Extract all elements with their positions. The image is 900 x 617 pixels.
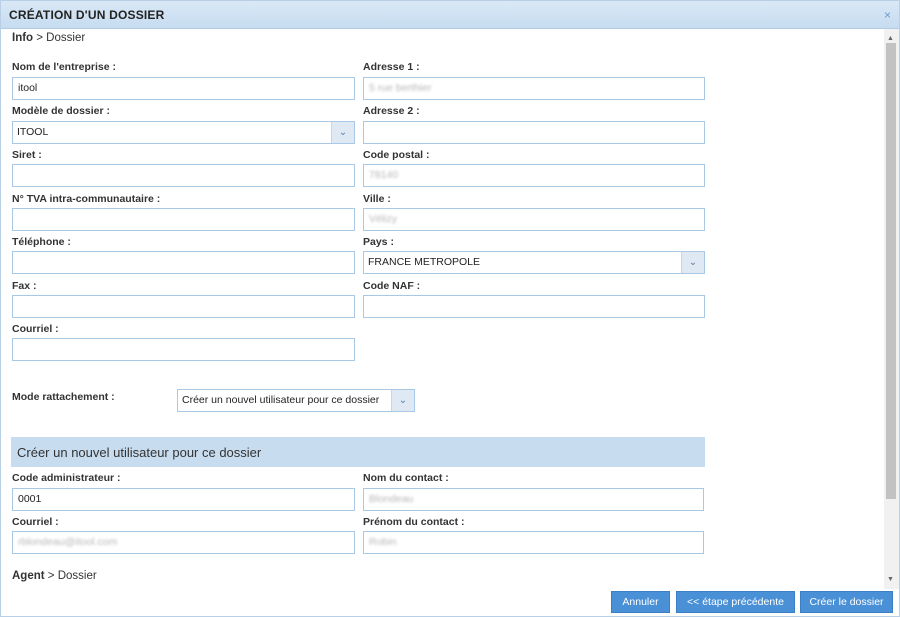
chevron-down-icon[interactable]: ⌄ — [331, 122, 354, 143]
postal-code-input[interactable]: 78140 — [363, 164, 705, 187]
postal-code-label: Code postal : — [363, 149, 430, 161]
contact-firstname-input[interactable]: Robin — [363, 531, 704, 554]
country-select[interactable]: FRANCE METROPOLE ⌄ — [363, 251, 705, 274]
naf-code-label: Code NAF : — [363, 280, 421, 292]
dialog-titlebar: CRÉATION D'UN DOSSIER × — [1, 1, 899, 29]
previous-step-button[interactable]: << étape précédente — [676, 591, 795, 613]
scrollbar-thumb[interactable] — [886, 43, 896, 499]
breadcrumb-top: Info > Dossier — [12, 32, 85, 44]
chevron-down-icon[interactable]: ⌄ — [391, 390, 414, 411]
contact-firstname-label: Prénom du contact : — [363, 516, 465, 528]
folder-model-select[interactable]: ITOOL ⌄ — [12, 121, 355, 144]
dialog-title: CRÉATION D'UN DOSSIER — [9, 8, 165, 22]
attach-mode-select[interactable]: Créer un nouvel utilisateur pour ce doss… — [177, 389, 415, 412]
breadcrumb-bottom: Agent > Dossier — [12, 570, 97, 582]
company-name-label: Nom de l'entreprise : — [12, 61, 117, 73]
address1-label: Adresse 1 : — [363, 61, 420, 73]
create-folder-dialog: CRÉATION D'UN DOSSIER × Info > Dossier N… — [0, 0, 900, 617]
folder-model-label: Modèle de dossier : — [12, 105, 111, 117]
phone-label: Téléphone : — [12, 236, 71, 248]
email-label: Courriel : — [12, 323, 59, 335]
admin-code-label: Code administrateur : — [12, 472, 121, 484]
user-email-input[interactable]: rblondeau@itool.com — [12, 531, 355, 554]
fax-input[interactable] — [12, 295, 355, 318]
phone-input[interactable] — [12, 251, 355, 274]
user-email-value: rblondeau@itool.com — [18, 536, 118, 548]
breadcrumb-current: Info — [12, 32, 34, 44]
postal-code-value: 78140 — [369, 169, 399, 181]
contact-name-value: Blondeau — [369, 493, 414, 505]
close-icon[interactable]: × — [884, 8, 891, 22]
new-user-section-title: Créer un nouvel utilisateur pour ce doss… — [17, 445, 262, 460]
chevron-down-icon[interactable]: ⌄ — [681, 252, 704, 273]
siret-input[interactable] — [12, 164, 355, 187]
arrow-up-icon[interactable]: ▲ — [887, 35, 894, 42]
create-folder-button[interactable]: Créer le dossier — [800, 591, 893, 613]
city-value: Vélizy — [369, 213, 398, 225]
user-email-label: Courriel : — [12, 516, 59, 528]
breadcrumb-next: Agent — [12, 570, 45, 582]
cancel-button[interactable]: Annuler — [611, 591, 670, 613]
contact-firstname-value: Robin — [369, 536, 397, 548]
naf-code-input[interactable] — [363, 295, 705, 318]
city-label: Ville : — [363, 193, 391, 205]
contact-name-input[interactable]: Blondeau — [363, 488, 704, 511]
arrow-down-icon[interactable]: ▼ — [887, 576, 894, 583]
address1-input[interactable]: 5 rue berthier — [363, 77, 705, 100]
vertical-scrollbar[interactable]: ▲ ▼ — [884, 29, 899, 589]
country-value: FRANCE METROPOLE — [368, 256, 481, 268]
breadcrumb-next-rest: > Dossier — [44, 570, 97, 582]
breadcrumb-rest: > Dossier — [33, 32, 86, 44]
new-user-section-header: Créer un nouvel utilisateur pour ce doss… — [11, 437, 705, 467]
vat-label: N° TVA intra-communautaire : — [12, 193, 161, 205]
city-input[interactable]: Vélizy — [363, 208, 705, 231]
siret-label: Siret : — [12, 149, 42, 161]
address2-label: Adresse 2 : — [363, 105, 420, 117]
company-name-input[interactable]: itool — [12, 77, 355, 100]
attach-mode-value: Créer un nouvel utilisateur pour ce doss… — [182, 394, 380, 406]
address2-input[interactable] — [363, 121, 705, 144]
attach-mode-label: Mode rattachement : — [12, 391, 115, 403]
contact-name-label: Nom du contact : — [363, 472, 449, 484]
vat-input[interactable] — [12, 208, 355, 231]
address1-value: 5 rue berthier — [369, 82, 432, 94]
admin-code-input[interactable]: 0001 — [12, 488, 355, 511]
fax-label: Fax : — [12, 280, 37, 292]
folder-model-value: ITOOL — [17, 126, 49, 138]
country-label: Pays : — [363, 236, 394, 248]
email-input[interactable] — [12, 338, 355, 361]
